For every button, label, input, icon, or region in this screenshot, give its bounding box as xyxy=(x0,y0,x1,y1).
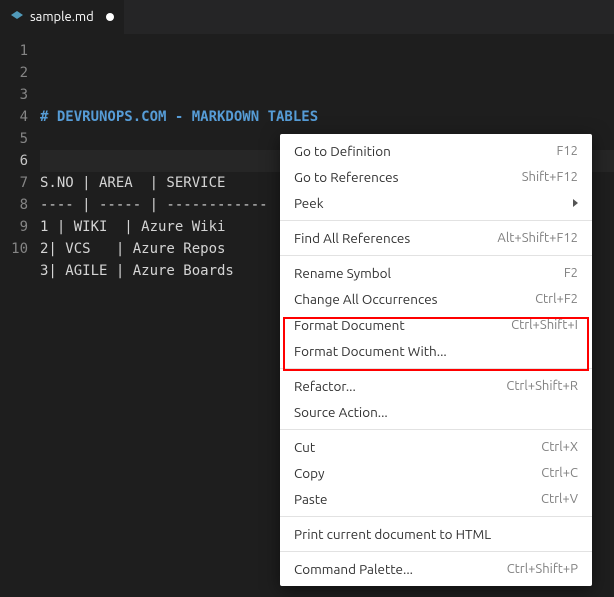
menu-item-go-to-definition[interactable]: Go to Definition F12 xyxy=(280,138,592,164)
context-menu: Go to Definition F12 Go to References Shift… xyxy=(280,134,592,586)
menu-item-rename-symbol[interactable]: Rename Symbol F2 xyxy=(280,260,592,286)
markdown-heading: # DEVRUNOPS.COM - MARKDOWN TABLES xyxy=(40,106,614,128)
menu-item-peek[interactable]: Peek xyxy=(280,190,592,216)
markdown-file-icon xyxy=(10,10,24,24)
menu-item-label: Format Document xyxy=(294,317,405,333)
menu-item-shortcut: Ctrl+Shift+R xyxy=(506,379,578,393)
menu-item-refactor[interactable]: Refactor... Ctrl+Shift+R xyxy=(280,373,592,399)
menu-item-shortcut: F2 xyxy=(564,266,578,280)
menu-item-shortcut: Ctrl+V xyxy=(541,492,578,506)
menu-item-label: Paste xyxy=(294,491,327,507)
menu-item-paste[interactable]: Paste Ctrl+V xyxy=(280,486,592,512)
line-number-gutter: 12345678910 xyxy=(0,34,40,597)
menu-item-shortcut: Ctrl+C xyxy=(541,466,578,480)
menu-separator xyxy=(280,551,592,552)
line-number: 2 xyxy=(0,62,40,84)
menu-item-label: Find All References xyxy=(294,230,410,246)
menu-item-cut[interactable]: Cut Ctrl+X xyxy=(280,434,592,460)
menu-item-label: Cut xyxy=(294,439,315,455)
menu-item-shortcut: Ctrl+X xyxy=(541,440,578,454)
menu-separator xyxy=(280,429,592,430)
menu-item-print-current-document-to-html[interactable]: Print current document to HTML xyxy=(280,521,592,547)
menu-item-shortcut: Shift+F12 xyxy=(522,170,578,184)
menu-item-find-all-references[interactable]: Find All References Alt+Shift+F12 xyxy=(280,225,592,251)
menu-item-label: Command Palette... xyxy=(294,561,413,577)
menu-item-source-action[interactable]: Source Action... xyxy=(280,399,592,425)
chevron-right-icon xyxy=(573,199,578,207)
menu-separator xyxy=(280,516,592,517)
menu-item-label: Refactor... xyxy=(294,378,356,394)
menu-item-go-to-references[interactable]: Go to References Shift+F12 xyxy=(280,164,592,190)
line-number: 3 xyxy=(0,84,40,106)
line-number: 8 xyxy=(0,194,40,216)
menu-separator xyxy=(280,368,592,369)
line-number: 1 xyxy=(0,40,40,62)
menu-item-change-all-occurrences[interactable]: Change All Occurrences Ctrl+F2 xyxy=(280,286,592,312)
menu-item-copy[interactable]: Copy Ctrl+C xyxy=(280,460,592,486)
menu-item-format-document-with[interactable]: Format Document With... xyxy=(280,338,592,364)
menu-item-label: Source Action... xyxy=(294,404,388,420)
menu-item-label: Go to Definition xyxy=(294,143,391,159)
menu-item-label: Peek xyxy=(294,195,324,211)
menu-item-shortcut: Ctrl+Shift+P xyxy=(507,562,578,576)
menu-item-label: Print current document to HTML xyxy=(294,526,491,542)
tab-filename: sample.md xyxy=(30,10,94,24)
menu-item-label: Change All Occurrences xyxy=(294,291,438,307)
line-number: 7 xyxy=(0,172,40,194)
menu-item-label: Rename Symbol xyxy=(294,265,391,281)
menu-item-label: Go to References xyxy=(294,169,398,185)
line-number: 10 xyxy=(0,238,40,260)
line-number: 6 xyxy=(0,150,40,172)
menu-item-shortcut: Alt+Shift+F12 xyxy=(497,231,578,245)
menu-item-shortcut: Ctrl+Shift+I xyxy=(511,318,578,332)
menu-item-command-palette[interactable]: Command Palette... Ctrl+Shift+P xyxy=(280,556,592,582)
menu-item-shortcut: Ctrl+F2 xyxy=(535,292,578,306)
line-number: 5 xyxy=(0,128,40,150)
line-number: 9 xyxy=(0,216,40,238)
menu-separator xyxy=(280,255,592,256)
editor-tab[interactable]: sample.md xyxy=(0,0,124,34)
dirty-indicator-icon xyxy=(106,13,114,21)
menu-item-shortcut: F12 xyxy=(556,144,578,158)
menu-item-format-document[interactable]: Format Document Ctrl+Shift+I xyxy=(280,312,592,338)
menu-separator xyxy=(280,220,592,221)
tab-bar: sample.md xyxy=(0,0,614,34)
menu-item-label: Format Document With... xyxy=(294,343,447,359)
line-number: 4 xyxy=(0,106,40,128)
menu-item-label: Copy xyxy=(294,465,325,481)
